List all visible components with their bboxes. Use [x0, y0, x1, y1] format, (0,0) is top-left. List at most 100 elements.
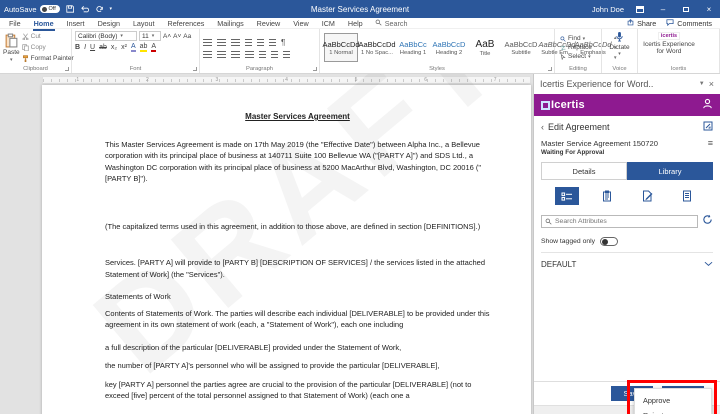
paragraph[interactable]: Statements of Work — [105, 291, 490, 303]
ribbon-display-options-button[interactable] — [633, 0, 647, 18]
format-painter-button[interactable]: Format Painter — [22, 55, 74, 62]
refresh-icon[interactable] — [702, 212, 713, 230]
agreement-menu-icon[interactable]: ≡ — [708, 138, 713, 148]
close-button[interactable]: × — [702, 0, 716, 18]
grow-font-button[interactable]: A˄ — [163, 33, 171, 40]
text-effects-button[interactable]: A — [131, 43, 136, 52]
save-icon[interactable] — [66, 5, 74, 13]
font-size-select[interactable]: 11▾ — [139, 31, 161, 41]
shading-icon[interactable] — [271, 51, 278, 58]
multilevel-list-icon[interactable] — [231, 39, 240, 46]
shrink-font-button[interactable]: A˅ — [173, 33, 181, 40]
highlight-color-button[interactable]: ab — [140, 43, 148, 52]
document-view-button[interactable] — [675, 187, 699, 205]
increase-indent-icon[interactable] — [257, 39, 264, 46]
line-spacing-icon[interactable] — [259, 51, 266, 58]
document-page[interactable]: DRAFT Master Services Agreement This Mas… — [42, 85, 531, 414]
cut-button[interactable]: Cut — [22, 33, 74, 40]
tab-layout[interactable]: Layout — [132, 18, 156, 29]
icertis-experience-button[interactable]: icertis Icertis Experience for Word — [641, 31, 697, 64]
edit-agreement-title[interactable]: Edit Agreement — [548, 122, 610, 132]
align-right-icon[interactable] — [231, 51, 240, 58]
tab-home[interactable]: Home — [33, 18, 55, 29]
chevron-down-icon[interactable] — [704, 260, 713, 269]
redo-icon[interactable] — [95, 5, 104, 13]
paste-button[interactable]: Paste ▾ — [3, 31, 20, 64]
align-center-icon[interactable] — [217, 51, 226, 58]
undo-icon[interactable] — [80, 5, 89, 13]
style-normal[interactable]: AaBbCcDd1 Normal — [324, 33, 358, 62]
style-no-spacing[interactable]: AaBbCcDd1 No Spac... — [360, 33, 394, 62]
clauses-view-button[interactable] — [595, 187, 619, 205]
copy-button[interactable]: Copy — [22, 44, 74, 51]
reject-menu-item[interactable]: Reject — [643, 408, 711, 414]
font-name-select[interactable]: Calibri (Body)▾ — [75, 31, 137, 41]
replace-button[interactable]: Replace — [560, 44, 592, 51]
style-heading-2[interactable]: AaBbCcDHeading 2 — [432, 33, 466, 62]
paragraph[interactable]: Contents of Statements of Work. The part… — [105, 308, 490, 331]
style-title[interactable]: AaBTitle — [468, 33, 502, 62]
search-attributes-input[interactable] — [555, 218, 694, 225]
approve-menu-item[interactable]: Approve — [643, 393, 711, 408]
account-user-name[interactable]: John Doe — [592, 5, 624, 14]
tab-view[interactable]: View — [292, 18, 309, 29]
autosave-toggle[interactable]: AutoSave Off — [4, 5, 60, 14]
superscript-button[interactable]: x² — [121, 44, 127, 51]
task-pane-close-icon[interactable]: × — [709, 79, 714, 89]
show-formatting-icon[interactable]: ¶ — [281, 38, 285, 47]
quick-access-caret-icon[interactable]: ▾ — [110, 6, 113, 12]
show-tagged-only-toggle[interactable] — [600, 237, 618, 246]
minimize-button[interactable]: – — [656, 0, 670, 18]
attributes-view-button[interactable] — [555, 187, 579, 205]
underline-button[interactable]: U — [90, 44, 95, 51]
paragraph[interactable]: the number of [PARTY A]'s personnel who … — [105, 360, 490, 372]
paragraph[interactable]: Services. [PARTY A] will provide to [PAR… — [105, 257, 490, 280]
tab-help[interactable]: Help — [347, 18, 364, 29]
comments-button[interactable]: Comments — [666, 19, 712, 28]
user-profile-icon[interactable] — [702, 96, 713, 114]
italic-button[interactable]: I — [84, 44, 86, 51]
back-chevron-icon[interactable]: ‹ — [541, 122, 544, 132]
style-heading-1[interactable]: AaBbCcHeading 1 — [396, 33, 430, 62]
bullets-icon[interactable] — [203, 39, 212, 46]
clipboard-dialog-launcher-icon[interactable] — [65, 67, 69, 71]
font-dialog-launcher-icon[interactable] — [193, 67, 197, 71]
tab-insert[interactable]: Insert — [66, 18, 86, 29]
tab-design[interactable]: Design — [97, 18, 121, 29]
subscript-button[interactable]: x₂ — [111, 44, 117, 51]
tab-details[interactable]: Details — [541, 162, 627, 180]
paragraph[interactable]: (The capitalized terms used in this agre… — [105, 221, 490, 233]
restore-button[interactable] — [679, 0, 693, 18]
agreement-note-icon[interactable] — [703, 121, 713, 133]
search-box[interactable]: Search — [375, 19, 408, 28]
document-title[interactable]: Master Services Agreement — [105, 111, 490, 123]
tab-library[interactable]: Library — [627, 162, 713, 180]
change-case-button[interactable]: Aa — [183, 33, 191, 40]
bold-button[interactable]: B — [75, 44, 80, 51]
share-button[interactable]: Share — [627, 19, 656, 28]
tab-file[interactable]: File — [8, 18, 22, 29]
attributes-search-box[interactable] — [541, 215, 698, 228]
style-subtitle[interactable]: AaBbCcDSubtitle — [504, 33, 538, 62]
tab-references[interactable]: References — [167, 18, 206, 29]
edit-document-view-button[interactable] — [635, 187, 659, 205]
paragraph-dialog-launcher-icon[interactable] — [313, 67, 317, 71]
strikethrough-button[interactable]: ab — [99, 44, 107, 51]
borders-icon[interactable] — [283, 51, 290, 58]
default-section-header[interactable]: DEFAULT — [541, 260, 713, 269]
paragraph[interactable]: key [PARTY A] personnel the parties agre… — [105, 379, 490, 402]
align-left-icon[interactable] — [203, 51, 212, 58]
paragraph[interactable]: This Master Services Agreement is made o… — [105, 139, 490, 185]
horizontal-ruler[interactable]: 1234567 — [42, 76, 531, 84]
justify-icon[interactable] — [245, 51, 254, 58]
task-pane-menu-caret-icon[interactable]: ▼ — [699, 81, 705, 87]
numbering-icon[interactable] — [217, 39, 226, 46]
sort-icon[interactable] — [269, 39, 276, 46]
styles-dialog-launcher-icon[interactable] — [548, 67, 552, 71]
tab-icm[interactable]: ICM — [321, 18, 336, 29]
dictate-button[interactable]: Dictate ▾ — [609, 31, 629, 57]
select-button[interactable]: Select▾ — [560, 53, 592, 60]
find-button[interactable]: Find▾ — [560, 35, 592, 42]
paragraph[interactable]: a full description of the particular [DE… — [105, 342, 490, 354]
decrease-indent-icon[interactable] — [245, 39, 252, 46]
